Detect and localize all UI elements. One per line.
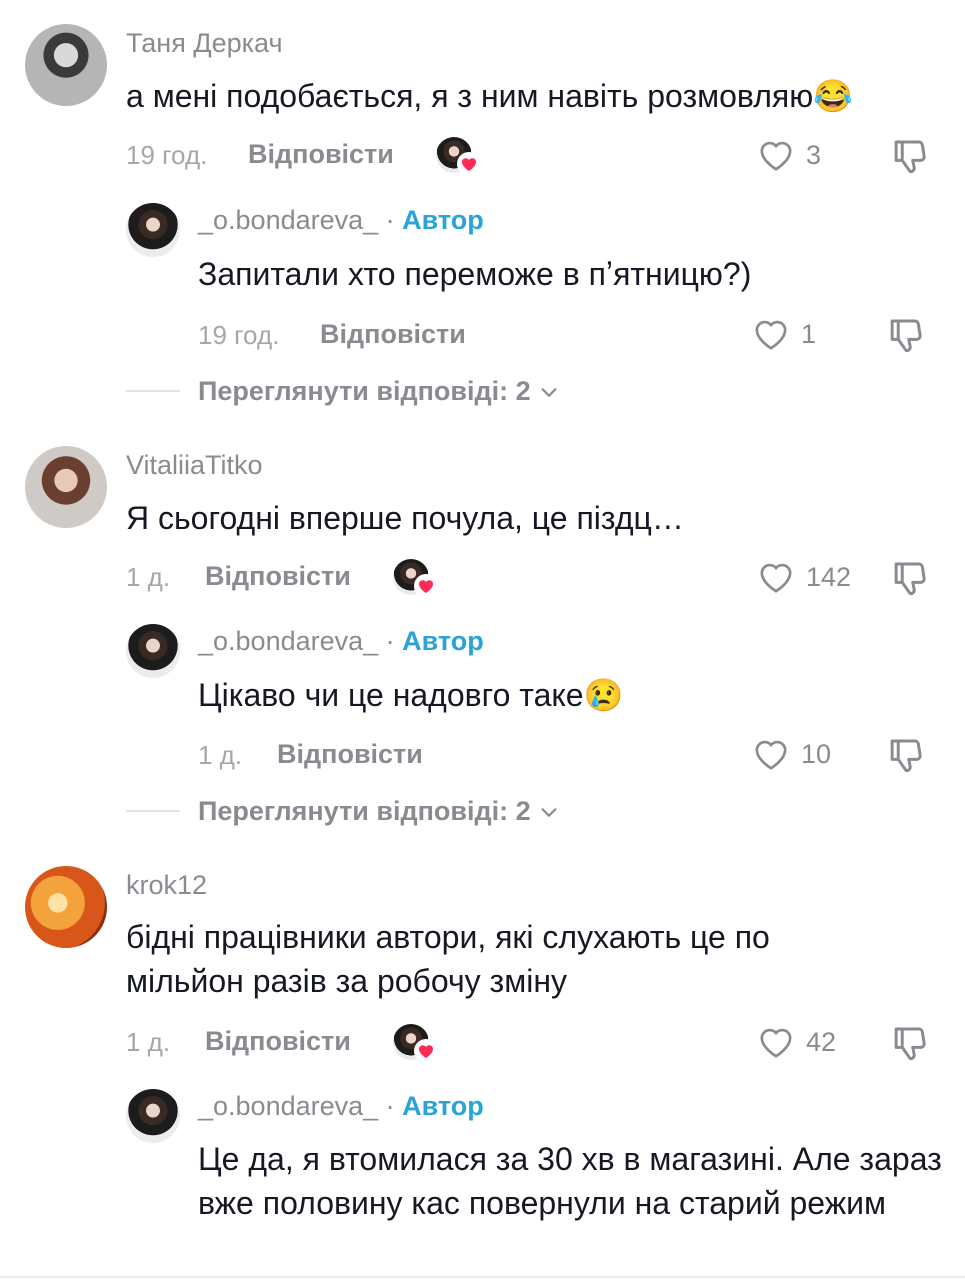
avatar[interactable] <box>126 203 180 257</box>
avatar[interactable] <box>126 1089 180 1143</box>
reply-time: 1 д. <box>198 740 243 770</box>
reply-username[interactable]: _o.bondareva_ <box>198 205 378 235</box>
reply-username-line: _o.bondareva_ · Автор <box>198 205 484 235</box>
creator-liked-heart-icon <box>414 1039 438 1063</box>
comment-text: Я сьогодні вперше почула, це піздц… <box>126 500 684 536</box>
divider <box>126 810 180 812</box>
comment-text: а мені подобається, я з ним навіть розмо… <box>126 74 946 118</box>
reply-button[interactable]: Відповісти <box>205 561 351 592</box>
like-button[interactable]: 1 <box>751 314 816 354</box>
avatar[interactable] <box>25 24 107 106</box>
like-button[interactable]: 10 <box>751 734 831 774</box>
reply-time: 19 год. <box>198 320 280 350</box>
view-replies-label: Переглянути відповіді: 2 <box>198 796 531 826</box>
heart-outline-icon <box>760 1028 792 1058</box>
crying-emoji: 😢 <box>583 677 624 713</box>
thumbs-down-icon[interactable] <box>890 557 932 599</box>
thumbs-down-icon[interactable] <box>886 314 928 356</box>
view-replies-label: Переглянути відповіді: 2 <box>198 376 531 406</box>
thumbs-down-icon[interactable] <box>890 135 932 177</box>
reply-button[interactable]: Відповісти <box>205 1026 351 1057</box>
author-badge: Автор <box>402 1091 484 1121</box>
comment-username[interactable]: VitaliiaTitko <box>126 450 263 481</box>
heart-outline-icon <box>760 563 792 593</box>
divider <box>126 390 180 392</box>
laughing-emoji: 😂 <box>813 78 854 114</box>
like-count: 3 <box>806 139 822 170</box>
reply-username-line: _o.bondareva_ · Автор <box>198 1091 484 1121</box>
reply-button[interactable]: Відповісти <box>277 739 423 770</box>
reply-username[interactable]: _o.bondareva_ <box>198 1091 378 1121</box>
like-button[interactable]: 3 <box>756 135 821 175</box>
avatar[interactable] <box>25 446 107 528</box>
like-count: 1 <box>801 318 817 349</box>
divider <box>0 1276 965 1278</box>
author-badge: Автор <box>402 626 484 656</box>
heart-outline-icon <box>755 320 787 350</box>
like-count: 42 <box>806 1026 837 1057</box>
comment-time: 19 год. <box>126 140 208 170</box>
creator-liked-heart-icon <box>414 574 438 598</box>
avatar[interactable] <box>25 866 107 948</box>
avatar[interactable] <box>126 624 180 678</box>
comment-text: бідні працівники автори, які слухають це… <box>126 919 770 999</box>
comment-username[interactable]: Таня Деркач <box>126 28 283 59</box>
thumbs-down-icon[interactable] <box>886 734 928 776</box>
chevron-down-icon <box>541 808 557 817</box>
like-button[interactable]: 142 <box>756 557 851 597</box>
author-badge: Автор <box>402 205 484 235</box>
chevron-down-icon <box>541 388 557 397</box>
reply-text: Запитали хто переможе в пʼятницю?) <box>198 256 752 292</box>
like-button[interactable]: 42 <box>756 1022 836 1062</box>
like-count: 142 <box>806 561 852 592</box>
reply-username-line: _o.bondareva_ · Автор <box>198 626 484 656</box>
comment-time: 1 д. <box>126 1027 171 1057</box>
reply-button[interactable]: Відповісти <box>320 319 466 350</box>
like-count: 10 <box>801 738 832 769</box>
comment-time: 1 д. <box>126 562 171 592</box>
reply-username[interactable]: _o.bondareva_ <box>198 626 378 656</box>
heart-outline-icon <box>755 740 787 770</box>
creator-liked-heart-icon <box>457 152 481 176</box>
reply-text: Це да, я втомилася за 30 хв в магазині. … <box>198 1141 942 1221</box>
view-replies-button[interactable]: Переглянути відповіді: 2 <box>198 376 560 407</box>
thumbs-down-icon[interactable] <box>890 1022 932 1064</box>
comment-username[interactable]: krok12 <box>126 870 207 901</box>
reply-text: Цікаво чи це надовго таке😢 <box>198 673 938 717</box>
reply-button[interactable]: Відповісти <box>248 139 394 170</box>
view-replies-button[interactable]: Переглянути відповіді: 2 <box>198 796 560 827</box>
heart-outline-icon <box>760 141 792 171</box>
